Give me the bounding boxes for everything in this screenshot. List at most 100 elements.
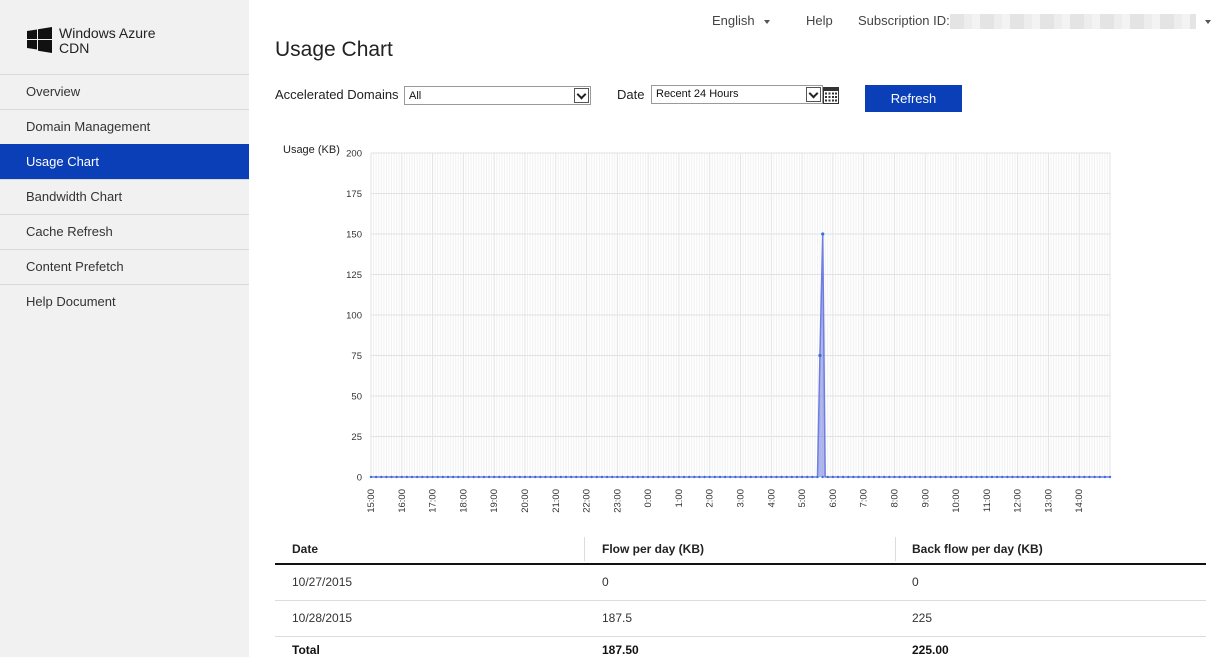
table-row: 10/28/2015 187.5 225: [275, 601, 1206, 637]
help-link[interactable]: Help: [806, 13, 833, 28]
data-point: [652, 475, 655, 479]
data-point: [462, 475, 465, 479]
data-point: [759, 475, 763, 479]
data-point: [729, 475, 732, 479]
data-point: [441, 475, 445, 479]
data-point: [482, 475, 486, 479]
data-point: [818, 353, 822, 358]
data-point: [1098, 475, 1101, 479]
data-point: [492, 475, 496, 479]
data-point: [421, 475, 424, 479]
sidebar-item-usage-chart[interactable]: Usage Chart: [0, 144, 249, 179]
refresh-button[interactable]: Refresh: [865, 85, 962, 112]
caret-down-icon: [763, 19, 770, 24]
data-point: [764, 475, 768, 479]
data-point: [549, 475, 552, 479]
data-point: [985, 475, 989, 479]
date-select[interactable]: Recent 24 Hours: [651, 85, 823, 104]
date-label: Date: [617, 87, 645, 102]
data-point: [918, 475, 922, 479]
cell-date: 10/28/2015: [292, 611, 353, 625]
data-point: [564, 475, 568, 479]
data-point: [1011, 475, 1014, 479]
data-point: [749, 475, 752, 479]
data-point: [1001, 475, 1004, 479]
table-header-row: Date Flow per day (KB) Back flow per day…: [275, 535, 1206, 565]
subscription-caret-down-icon[interactable]: [1205, 20, 1211, 24]
data-point: [544, 475, 547, 479]
data-point: [636, 475, 640, 479]
data-point: [780, 475, 783, 479]
data-point: [672, 475, 675, 479]
data-point: [775, 475, 778, 479]
data-point: [518, 475, 522, 479]
column-header-date: Date: [292, 542, 319, 556]
subscription-id-label: Subscription ID:: [858, 13, 950, 28]
data-point: [682, 475, 686, 479]
data-point: [1006, 475, 1009, 479]
table-row: 10/27/2015 0 0: [275, 565, 1206, 601]
x-tick-label: 19:00: [489, 489, 500, 513]
sidebar-item-cache-refresh[interactable]: Cache Refresh: [0, 214, 249, 249]
y-tick-label: 50: [351, 392, 362, 403]
data-point: [1021, 475, 1024, 479]
y-tick-label: 25: [351, 432, 362, 443]
data-point: [431, 475, 434, 479]
data-point: [867, 475, 870, 479]
sidebar-item-bandwidth-chart[interactable]: Bandwidth Chart: [0, 179, 249, 214]
data-point: [811, 475, 814, 479]
data-point: [667, 475, 670, 479]
calendar-icon[interactable]: [823, 87, 839, 104]
data-point: [1016, 475, 1019, 479]
sidebar-item-help-document[interactable]: Help Document: [0, 284, 249, 319]
data-point: [575, 475, 578, 479]
data-point: [1036, 475, 1040, 479]
x-tick-label: 8:00: [889, 489, 900, 508]
x-tick-label: 6:00: [828, 489, 839, 508]
x-tick-label: 22:00: [582, 489, 593, 513]
sidebar-item-domain-management[interactable]: Domain Management: [0, 109, 249, 144]
x-tick-label: 4:00: [766, 489, 777, 508]
accelerated-domains-label: Accelerated Domains: [275, 87, 399, 102]
x-tick-label: 0:00: [643, 489, 654, 508]
subscription-id-redacted: [950, 14, 1196, 29]
logo-subtitle: CDN: [59, 40, 90, 56]
data-point: [646, 475, 650, 479]
data-point: [847, 475, 850, 479]
x-tick-label: 7:00: [859, 489, 870, 508]
accelerated-domains-select[interactable]: All: [404, 86, 591, 105]
x-tick-label: 16:00: [397, 489, 408, 513]
data-point: [1052, 475, 1055, 479]
data-point: [457, 475, 460, 479]
data-point: [1108, 475, 1112, 479]
sidebar-nav: Overview Domain Management Usage Chart B…: [0, 74, 249, 319]
y-tick-label: 200: [346, 149, 362, 160]
total-back-flow: 225.00: [912, 643, 949, 657]
data-point: [1072, 475, 1076, 479]
data-point: [1067, 475, 1071, 479]
x-tick-label: 18:00: [458, 489, 469, 513]
data-point: [1103, 475, 1107, 479]
top-bar: English Help Subscription ID:: [0, 13, 1227, 33]
data-point: [559, 475, 563, 479]
data-point: [400, 475, 403, 479]
x-tick-label: 15:00: [366, 489, 377, 513]
data-point: [877, 475, 881, 479]
data-point: [903, 475, 906, 479]
data-point: [718, 475, 722, 479]
data-point: [1042, 475, 1045, 479]
data-point: [795, 475, 799, 479]
data-point: [744, 475, 747, 479]
data-point: [539, 475, 542, 479]
data-point: [410, 475, 414, 479]
data-point: [965, 475, 968, 479]
data-point: [1026, 475, 1030, 479]
data-point: [1093, 475, 1096, 479]
sidebar-item-content-prefetch[interactable]: Content Prefetch: [0, 249, 249, 284]
data-point: [1047, 475, 1050, 479]
data-point: [616, 475, 619, 479]
data-point: [831, 475, 835, 479]
data-point: [595, 475, 599, 479]
language-selector[interactable]: English: [712, 13, 770, 28]
sidebar-item-overview[interactable]: Overview: [0, 74, 249, 109]
